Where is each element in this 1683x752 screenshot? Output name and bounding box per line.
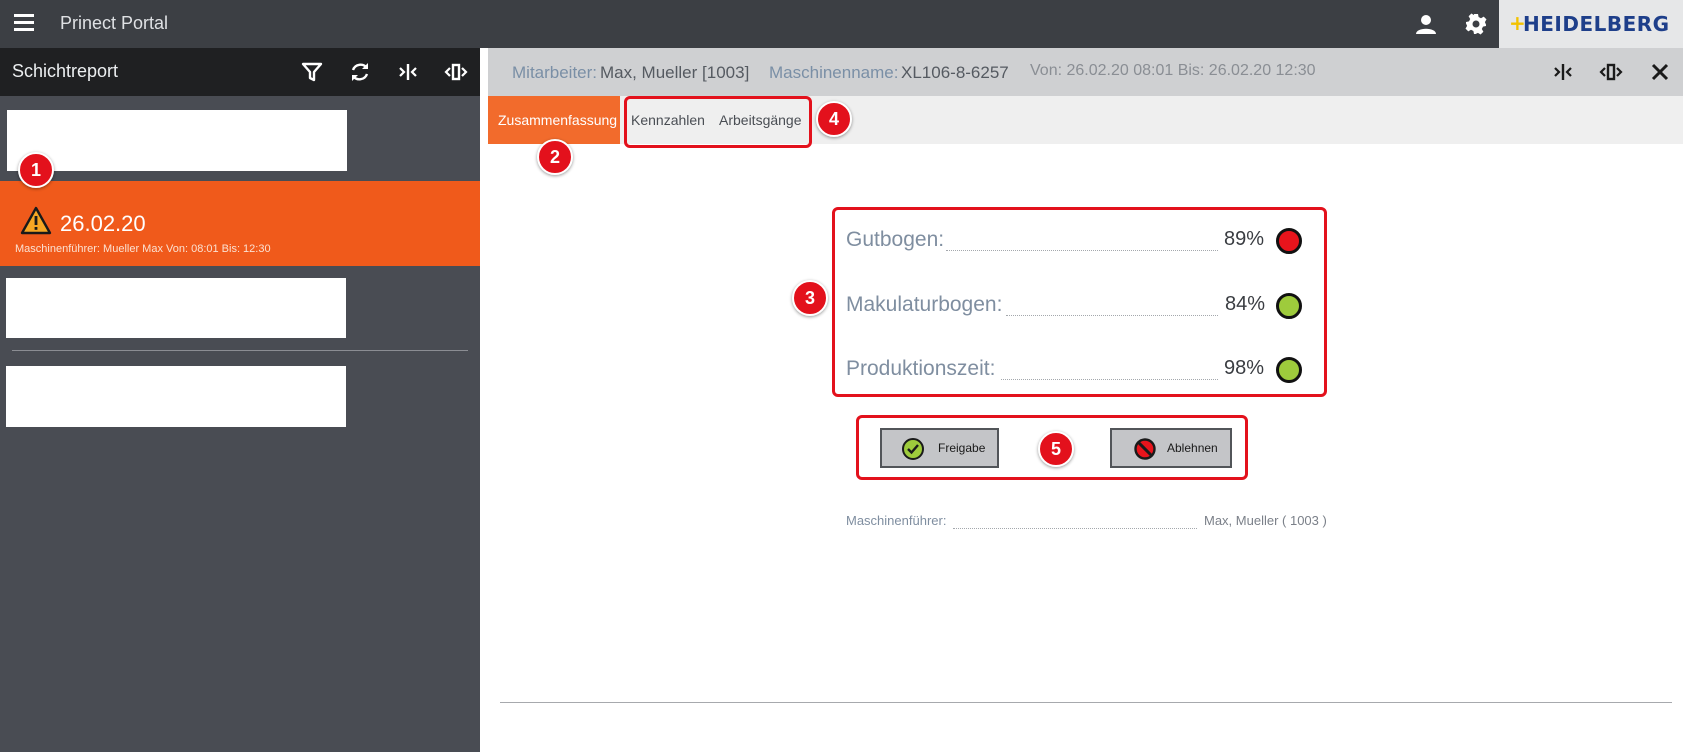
brand-logo: + HEIDELBERG xyxy=(1499,0,1683,48)
refresh-icon[interactable] xyxy=(348,60,372,84)
filter-icon[interactable] xyxy=(300,60,324,84)
report-period: Von: 26.02.20 08:01 Bis: 26.02.20 12:30 xyxy=(1030,62,1316,79)
sidebar-title: Schichtreport xyxy=(12,61,119,81)
redacted-list-item[interactable] xyxy=(7,110,347,171)
tab-zusammenfassung[interactable]: Zusammenfassung xyxy=(488,96,620,144)
machine-value: XL106-8-6257 xyxy=(901,63,1009,82)
callout-frame xyxy=(832,207,1327,397)
redacted-list-item[interactable] xyxy=(6,366,346,427)
list-divider xyxy=(12,350,468,351)
callout-badge: 5 xyxy=(1038,431,1074,467)
callout-badge: 4 xyxy=(816,101,852,137)
menu-icon[interactable] xyxy=(14,14,34,32)
expand-icon[interactable] xyxy=(444,60,468,84)
warning-icon xyxy=(20,206,52,235)
list-item-subtitle: Maschinenführer: Mueller Max Von: 08:01 … xyxy=(15,243,271,255)
sidebar-header: Schichtreport xyxy=(0,48,480,96)
employee-value: Max, Mueller [1003] xyxy=(600,63,750,82)
callout-badge: 3 xyxy=(792,280,828,316)
close-icon[interactable] xyxy=(1648,60,1672,84)
report-header: Mitarbeiter: Max, Mueller [1003] Maschin… xyxy=(488,48,1683,96)
sidebar: Schichtreport 26.02.20 Maschinenführer: … xyxy=(0,48,480,752)
employee-label: Mitarbeiter: xyxy=(512,63,598,82)
bottom-divider xyxy=(500,702,1672,703)
user-icon[interactable] xyxy=(1414,12,1438,36)
list-item-selected[interactable]: 26.02.20 Maschinenführer: Mueller Max Vo… xyxy=(0,181,480,266)
dotted-leader xyxy=(953,528,1197,529)
top-bar: Prinect Portal + HEIDELBERG xyxy=(0,0,1683,48)
callout-badge: 2 xyxy=(537,139,573,175)
operator-value: Max, Mueller ( 1003 ) xyxy=(1204,513,1327,528)
operator-label: Maschinenführer: xyxy=(846,513,947,528)
callout-badge: 1 xyxy=(18,152,54,188)
machine-label: Maschinenname: xyxy=(769,63,899,82)
gear-icon[interactable] xyxy=(1464,12,1488,36)
collapse-icon[interactable] xyxy=(1551,60,1575,84)
logo-text: HEIDELBERG xyxy=(1523,12,1670,36)
app-title: Prinect Portal xyxy=(60,13,169,33)
redacted-list-item[interactable] xyxy=(6,278,346,338)
list-item-date: 26.02.20 xyxy=(60,211,146,236)
callout-frame xyxy=(624,96,812,148)
expand-icon[interactable] xyxy=(1599,60,1623,84)
collapse-icon[interactable] xyxy=(396,60,420,84)
